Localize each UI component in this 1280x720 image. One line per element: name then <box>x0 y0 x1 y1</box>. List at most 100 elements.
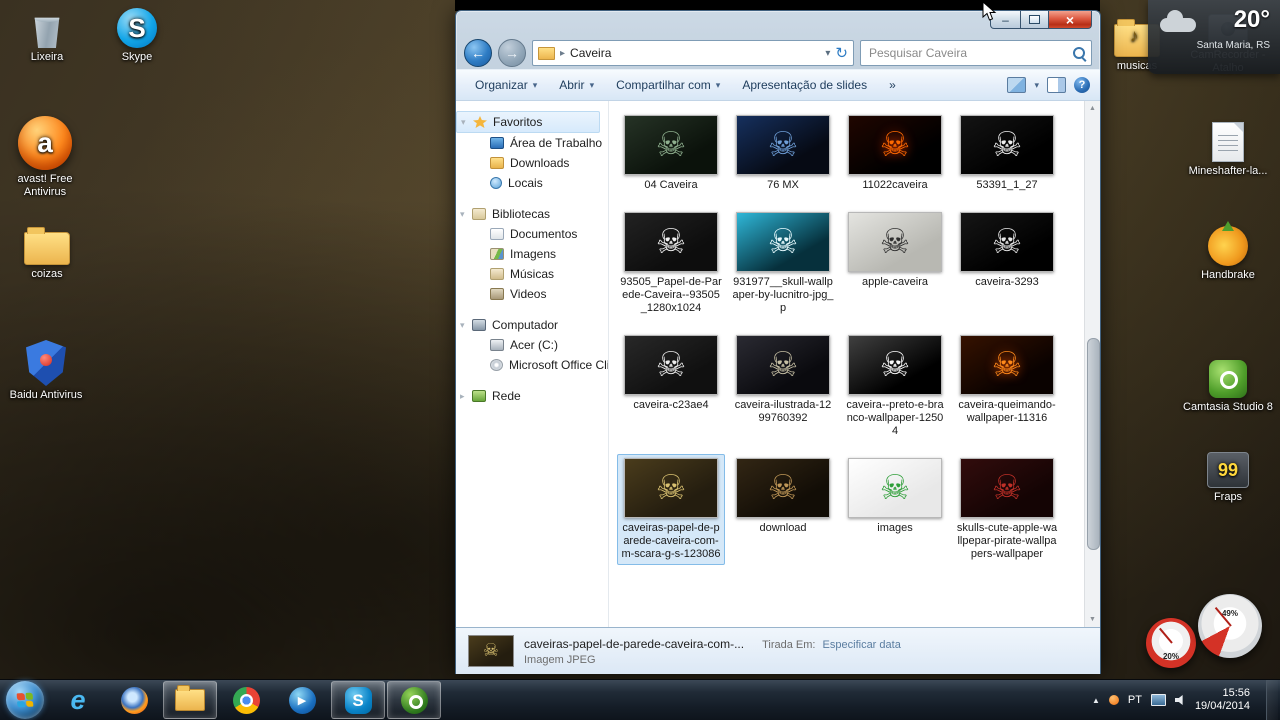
desktop-icon-handbrake[interactable]: Handbrake <box>1182 226 1274 282</box>
file-item[interactable]: ☠caveira-c23ae4 <box>617 331 725 442</box>
sidebar-section-computador[interactable]: Computador <box>456 315 608 335</box>
avast-tray-icon[interactable] <box>1109 695 1119 705</box>
gauge-dial: 49% <box>1198 594 1262 658</box>
sidebar-item-label: Videos <box>510 287 546 301</box>
desktop-icon-camtasia[interactable]: Camtasia Studio 8 <box>1182 360 1274 414</box>
sidebar-section-bibliotecas[interactable]: Bibliotecas <box>456 204 608 224</box>
expander-icon[interactable] <box>460 209 472 220</box>
sidebar-item-label: Documentos <box>510 227 577 241</box>
file-item[interactable]: ☠images <box>841 454 949 565</box>
desktop-icon-lixeira[interactable]: Lixeira <box>1 12 93 64</box>
file-item[interactable]: ☠caveira-queimando-wallpaper-11316 <box>953 331 1061 442</box>
sidebar-item-acer-c[interactable]: Acer (C:) <box>456 335 608 355</box>
desktop-icon-skype[interactable]: Skype <box>91 8 183 64</box>
skull-icon: ☠ <box>768 348 798 382</box>
sidebar-item-downloads[interactable]: Downloads <box>456 153 608 173</box>
file-thumbnail: ☠ <box>736 335 830 395</box>
vertical-scrollbar[interactable] <box>1084 101 1100 627</box>
expander-icon[interactable] <box>460 391 472 402</box>
sidebar-item-documentos[interactable]: Documentos <box>456 224 608 244</box>
file-item[interactable]: ☠apple-caveira <box>841 208 949 319</box>
network-tray-icon[interactable] <box>1151 694 1166 706</box>
view-dropdown-icon[interactable] <box>1034 80 1039 91</box>
sidebar-item-microsoft-office-cli[interactable]: Microsoft Office Cli <box>456 355 608 375</box>
toolbar-button-organizar[interactable]: Organizar <box>466 74 546 96</box>
change-view-icon[interactable] <box>1007 77 1026 93</box>
file-item[interactable]: ☠53391_1_27 <box>953 111 1061 196</box>
file-item[interactable]: ☠ 93505_Papel-de-Parede-Caveira--93505_12… <box>617 208 725 319</box>
sidebar-item-locais[interactable]: Locais <box>456 173 608 193</box>
search-input[interactable] <box>867 45 1067 61</box>
details-meta-value[interactable]: Especificar data <box>823 639 901 651</box>
toolbar-button-abrir[interactable]: Abrir <box>550 74 603 96</box>
sidebar-item-rea-de-trabalho[interactable]: Área de Trabalho <box>456 133 608 153</box>
title-bar[interactable] <box>456 11 1100 37</box>
scroll-down-icon[interactable] <box>1085 612 1100 627</box>
taskbar-windows-explorer[interactable] <box>163 681 217 719</box>
help-icon[interactable] <box>1074 77 1090 93</box>
search-icon[interactable] <box>1073 47 1085 59</box>
skull-icon: ☠ <box>768 471 798 505</box>
file-item[interactable]: ☠76 MX <box>729 111 837 196</box>
desktop-icon-mineshafter[interactable]: Mineshafter-la... <box>1182 122 1274 178</box>
taskbar-internet-explorer[interactable] <box>51 681 105 719</box>
sidebar-item-videos[interactable]: Videos <box>456 284 608 304</box>
show-desktop-button[interactable] <box>1266 680 1278 720</box>
start-button[interactable] <box>6 681 44 719</box>
desktop-icon-fraps[interactable]: Fraps <box>1182 452 1274 504</box>
file-item[interactable]: ☠download <box>729 454 837 565</box>
taskbar-clock[interactable]: 15:56 19/04/2014 <box>1195 687 1250 713</box>
desktop-icon-baidu-antivirus[interactable]: Baidu Antivirus <box>0 340 92 402</box>
taskbar-camtasia[interactable] <box>387 681 441 719</box>
scrollbar-thumb[interactable] <box>1087 338 1100 550</box>
skull-icon: ☠ <box>880 348 910 382</box>
cpu-meter-gadget[interactable]: 20% 49% <box>1146 594 1262 668</box>
breadcrumb-chevron-icon <box>560 48 565 59</box>
sidebar-item-imagens[interactable]: Imagens <box>456 244 608 264</box>
file-item[interactable]: ☠caveira--preto-e-branco-wallpaper-12504 <box>841 331 949 442</box>
toolbar-button-overflow[interactable]: » <box>880 74 905 96</box>
taskbar-firefox[interactable] <box>107 681 161 719</box>
toolbar-button-compartilhar-com[interactable]: Compartilhar com <box>607 74 729 96</box>
window-controls <box>990 11 1092 29</box>
file-label: 93505_Papel-de-Parede-Caveira--93505_128… <box>620 276 722 315</box>
sidebar-item-m-sicas[interactable]: Músicas <box>456 264 608 284</box>
taskbar-media-player[interactable] <box>275 681 329 719</box>
file-item[interactable]: ☠skulls-cute-apple-wallpepar-pirate-wall… <box>953 454 1061 565</box>
refresh-icon[interactable] <box>835 46 848 61</box>
file-thumbnail: ☠ <box>960 458 1054 518</box>
language-indicator[interactable]: PT <box>1128 694 1142 706</box>
toolbar-button-label: Organizar <box>475 78 528 92</box>
maximize-button[interactable] <box>1021 11 1049 29</box>
taskbar-chrome[interactable] <box>219 681 273 719</box>
sidebar-section: FavoritosÁrea de TrabalhoDownloadsLocais <box>456 111 608 193</box>
desktop-icon-coizas[interactable]: coizas <box>1 232 93 281</box>
taskbar-skype[interactable] <box>331 681 385 719</box>
sidebar-section-rede[interactable]: Rede <box>456 386 608 406</box>
file-thumbnail: ☠ <box>624 212 718 272</box>
file-item[interactable]: ☠11022caveira <box>841 111 949 196</box>
address-bar[interactable]: Caveira <box>532 40 854 66</box>
skull-icon: ☠ <box>656 471 686 505</box>
file-item[interactable]: ☠caveira-ilustrada-1299760392 <box>729 331 837 442</box>
preview-pane-icon[interactable] <box>1047 77 1066 93</box>
hidden-icons-caret-icon[interactable] <box>1092 696 1100 705</box>
expander-icon[interactable] <box>460 320 472 331</box>
forward-button[interactable] <box>498 39 526 67</box>
sidebar-section-favoritos[interactable]: Favoritos <box>456 111 600 133</box>
breadcrumb-location[interactable]: Caveira <box>570 46 611 60</box>
search-box[interactable] <box>860 40 1092 66</box>
toolbar-button-apresenta-o-de-slides[interactable]: Apresentação de slides <box>733 74 876 96</box>
file-item[interactable]: ☠caveira-3293 <box>953 208 1061 319</box>
file-item[interactable]: ☠caveiras-papel-de-parede-caveira-com-m-… <box>617 454 725 565</box>
address-dropdown-icon[interactable] <box>825 48 830 59</box>
back-button[interactable] <box>464 39 492 67</box>
expander-icon[interactable] <box>461 117 473 128</box>
volume-tray-icon[interactable] <box>1175 695 1186 706</box>
close-button[interactable] <box>1049 11 1092 29</box>
scroll-up-icon[interactable] <box>1085 101 1100 116</box>
desktop-icon-avast[interactable]: avast! Free Antivirus <box>0 116 91 199</box>
weather-gadget[interactable]: 20° Santa Maria, RS <box>1148 0 1280 74</box>
file-item[interactable]: ☠04 Caveira <box>617 111 725 196</box>
file-item[interactable]: ☠931977__skull-wallpaper-by-lucnitro-jpg… <box>729 208 837 319</box>
